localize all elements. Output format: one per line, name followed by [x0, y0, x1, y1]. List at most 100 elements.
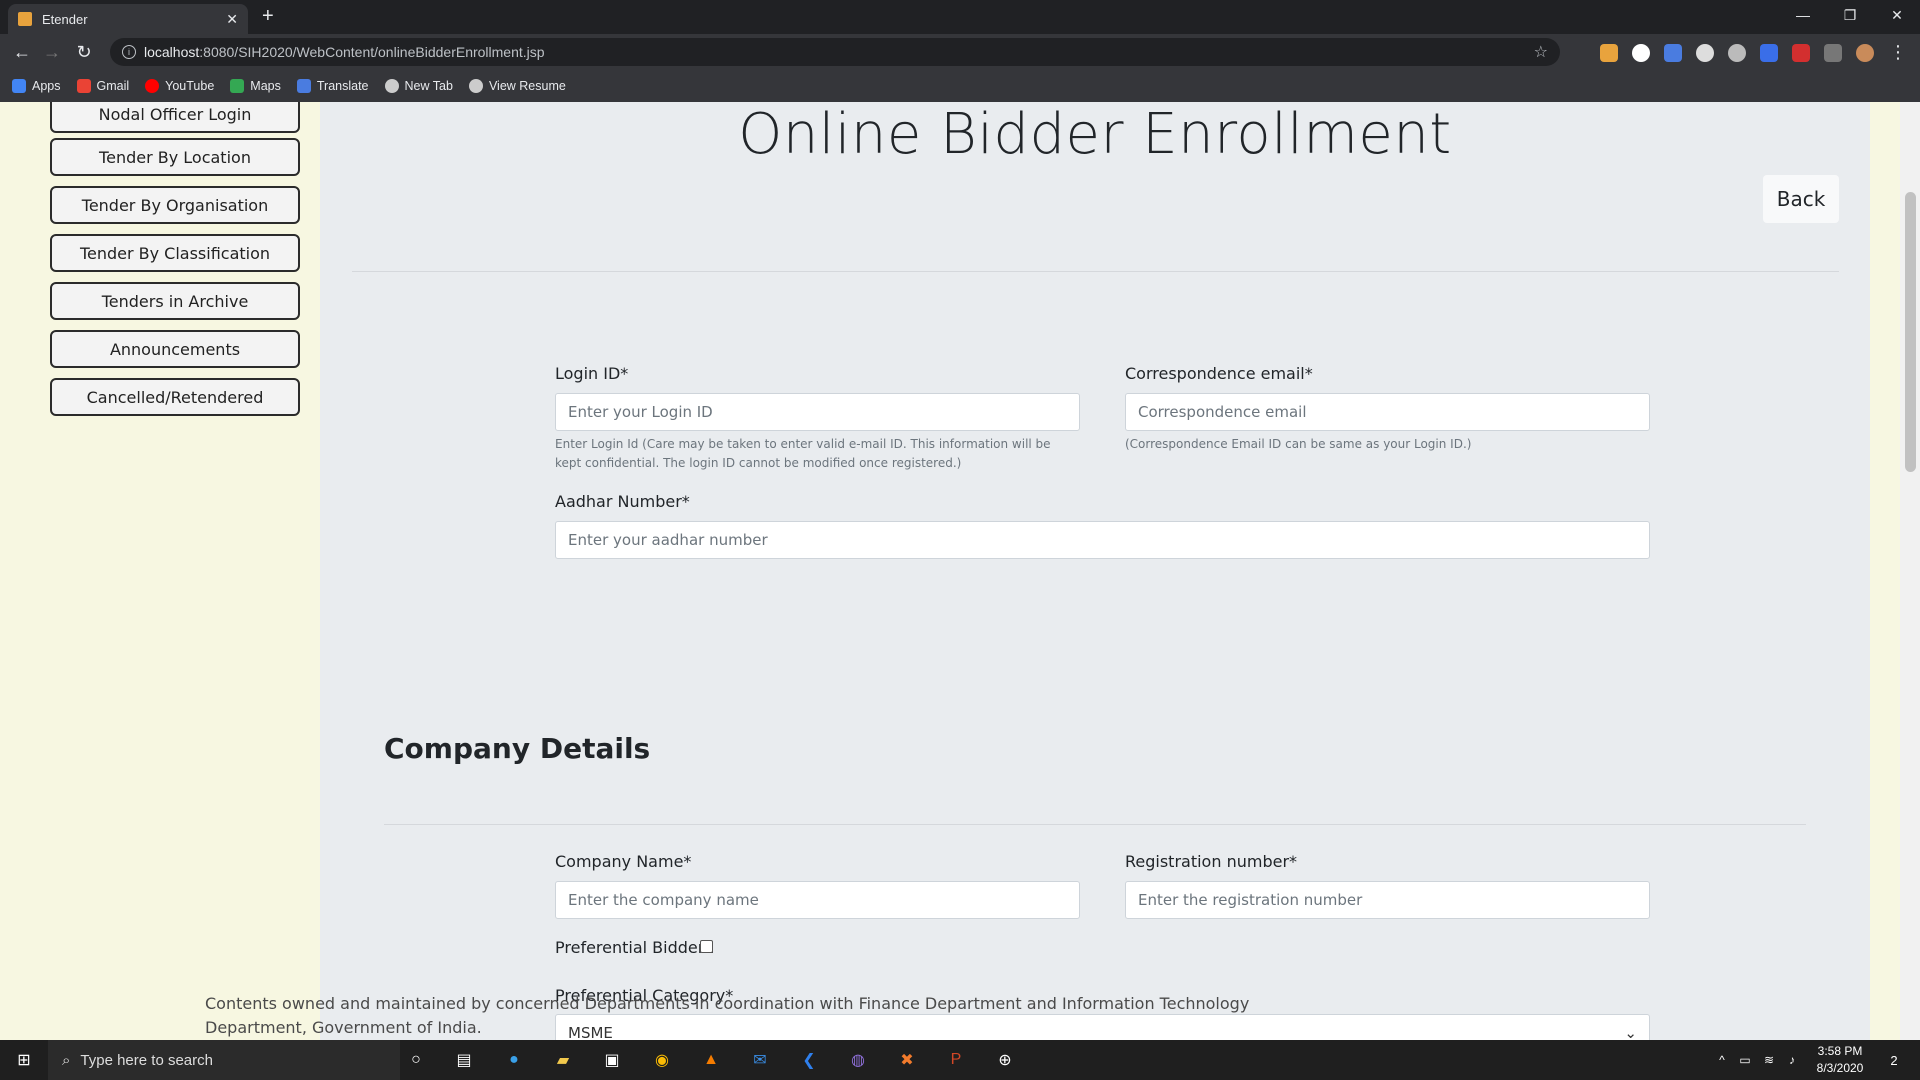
minimize-icon[interactable]: — [1780, 0, 1826, 30]
file-explorer-icon[interactable]: ▰ [551, 1048, 575, 1072]
clock-time: 3:58 PM [1817, 1044, 1863, 1058]
back-button[interactable]: Back [1763, 175, 1839, 223]
browser-tab[interactable]: Etender ✕ [8, 4, 248, 34]
battery-icon[interactable]: ▭ [1733, 1048, 1757, 1072]
youtube-icon [145, 79, 160, 93]
company-details-heading: Company Details [384, 732, 651, 765]
aadhar-input[interactable]: Enter your aadhar number [555, 521, 1650, 559]
url-path: :8080/SIH2020/WebContent/onlineBidderEnr… [199, 44, 545, 60]
sidebar-item-tenders-in-archive[interactable]: Tenders in Archive [50, 282, 300, 320]
vscode-icon[interactable]: ❮ [797, 1048, 821, 1072]
edge-icon[interactable]: ● [502, 1048, 526, 1072]
search-icon: ⌕ [62, 1051, 71, 1069]
tab-title: Etender [42, 11, 88, 27]
vlc-icon[interactable]: ▲ [699, 1048, 723, 1072]
bookmark-maps[interactable]: Maps [230, 79, 281, 93]
login-id-label: Login ID* [555, 364, 629, 383]
taskbar-clock[interactable]: 3:58 PM 8/3/2020 [1805, 1043, 1875, 1077]
translate-icon [296, 79, 311, 93]
bookmark-translate[interactable]: Translate [296, 79, 369, 93]
maps-icon [230, 79, 245, 93]
windows-taskbar: ⊞ ⌕ Type here to search ○ ▤ ● ▰ ▣ ◉ ▲ ✉ … [0, 1040, 1920, 1080]
browser-tab-strip: Etender ✕ + — ❐ ✕ [0, 0, 1920, 34]
login-id-input[interactable]: Enter your Login ID [555, 393, 1080, 431]
email-label: Correspondence email* [1125, 364, 1313, 383]
footer-text: Contents owned and maintained by concern… [205, 994, 1250, 1037]
close-tab-icon[interactable]: ✕ [226, 11, 238, 28]
extension-icon[interactable] [1600, 44, 1618, 62]
main-content: Online Bidder Enrollment Back Login ID* … [320, 102, 1870, 1040]
app-icon[interactable]: ◍ [846, 1048, 870, 1072]
back-arrow-icon[interactable]: ← [10, 40, 34, 64]
close-window-icon[interactable]: ✕ [1874, 0, 1920, 30]
globe-icon [468, 79, 483, 93]
preferential-bidder-label: Preferential Bidder : [555, 938, 715, 957]
page-scrollbar[interactable] [1900, 102, 1920, 1040]
new-tab-button[interactable]: + [262, 5, 274, 28]
extension-icon[interactable] [1728, 44, 1746, 62]
site-info-icon[interactable]: i [122, 45, 136, 59]
address-bar[interactable]: i localhost:8080/SIH2020/WebContent/onli… [110, 38, 1560, 66]
page-viewport: Nodal Officer Login Tender By Location T… [0, 102, 1920, 1040]
windows-start-icon[interactable]: ⊞ [12, 1048, 36, 1072]
store-icon[interactable]: ▣ [600, 1048, 624, 1072]
registration-number-input[interactable]: Enter the registration number [1125, 881, 1650, 919]
aadhar-label: Aadhar Number* [555, 492, 690, 511]
reload-icon[interactable]: ↻ [72, 40, 96, 64]
etender-favicon-icon [18, 12, 32, 26]
sidebar-item-tender-by-classification[interactable]: Tender By Classification [50, 234, 300, 272]
sidebar-item-tender-by-location[interactable]: Tender By Location [50, 138, 300, 176]
taskbar-search[interactable]: ⌕ Type here to search [48, 1040, 400, 1080]
volume-icon[interactable]: ♪ [1780, 1048, 1804, 1072]
sidebar-item-tender-by-organisation[interactable]: Tender By Organisation [50, 186, 300, 224]
globe-icon [384, 79, 399, 93]
bookmark-gmail[interactable]: Gmail [76, 79, 129, 93]
powerpoint-icon[interactable]: P [944, 1048, 968, 1072]
divider [384, 824, 1806, 825]
mail-icon[interactable]: ✉ [748, 1048, 772, 1072]
apps-grid-icon [12, 79, 26, 93]
scrollbar-thumb[interactable] [1905, 192, 1916, 472]
extension-icon[interactable] [1696, 44, 1714, 62]
calendar-extension-icon[interactable] [1760, 44, 1778, 62]
menu-dots-icon[interactable]: ⋮ [1886, 40, 1910, 64]
company-name-input[interactable]: Enter the company name [555, 881, 1080, 919]
puzzle-extensions-icon[interactable] [1824, 44, 1842, 62]
preferential-bidder-checkbox[interactable] [700, 940, 713, 953]
bookmark-view-resume[interactable]: View Resume [468, 79, 566, 93]
page-title: Online Bidder Enrollment [738, 102, 1452, 167]
gmail-icon [76, 79, 91, 93]
adblock-icon[interactable] [1792, 44, 1810, 62]
chevron-down-icon: ⌄ [1624, 1024, 1637, 1040]
translate-extension-icon[interactable] [1664, 44, 1682, 62]
bookmark-star-icon[interactable]: ☆ [1534, 42, 1548, 62]
url-host: localhost [144, 44, 200, 60]
sidebar: Nodal Officer Login Tender By Location T… [0, 102, 320, 1040]
notification-count: 2 [1890, 1052, 1898, 1068]
tray-chevron-icon[interactable]: ^ [1710, 1048, 1734, 1072]
bookmark-new-tab[interactable]: New Tab [384, 79, 453, 93]
email-input[interactable]: Correspondence email [1125, 393, 1650, 431]
clock-date: 8/3/2020 [1816, 1061, 1864, 1075]
chrome-icon[interactable]: ◉ [650, 1048, 674, 1072]
task-view-icon[interactable]: ▤ [452, 1048, 476, 1072]
notifications-icon[interactable]: 2 [1882, 1048, 1906, 1072]
extension-icon[interactable] [1632, 44, 1650, 62]
sidebar-item-cancelled-retendered[interactable]: Cancelled/Retendered [50, 378, 300, 416]
company-name-label: Company Name* [555, 852, 692, 871]
add-app-icon[interactable]: ⊕ [993, 1048, 1017, 1072]
forward-arrow-icon[interactable]: → [40, 40, 64, 64]
bookmark-youtube[interactable]: YouTube [145, 79, 214, 93]
bookmark-apps[interactable]: Apps [12, 79, 61, 93]
sidebar-item-announcements[interactable]: Announcements [50, 330, 300, 368]
wifi-icon[interactable]: ≋ [1757, 1048, 1781, 1072]
restore-icon[interactable]: ❐ [1827, 0, 1873, 30]
profile-avatar[interactable] [1856, 44, 1874, 62]
divider [352, 271, 1839, 272]
taskbar-search-placeholder: Type here to search [80, 1051, 213, 1069]
sidebar-item-nodal-officer-login[interactable]: Nodal Officer Login [50, 102, 300, 133]
registration-number-label: Registration number* [1125, 852, 1298, 871]
cortana-icon[interactable]: ○ [404, 1048, 428, 1072]
xampp-icon[interactable]: ✖ [895, 1048, 919, 1072]
bookmarks-bar: Apps Gmail YouTube Maps Translate New Ta… [0, 70, 1920, 102]
